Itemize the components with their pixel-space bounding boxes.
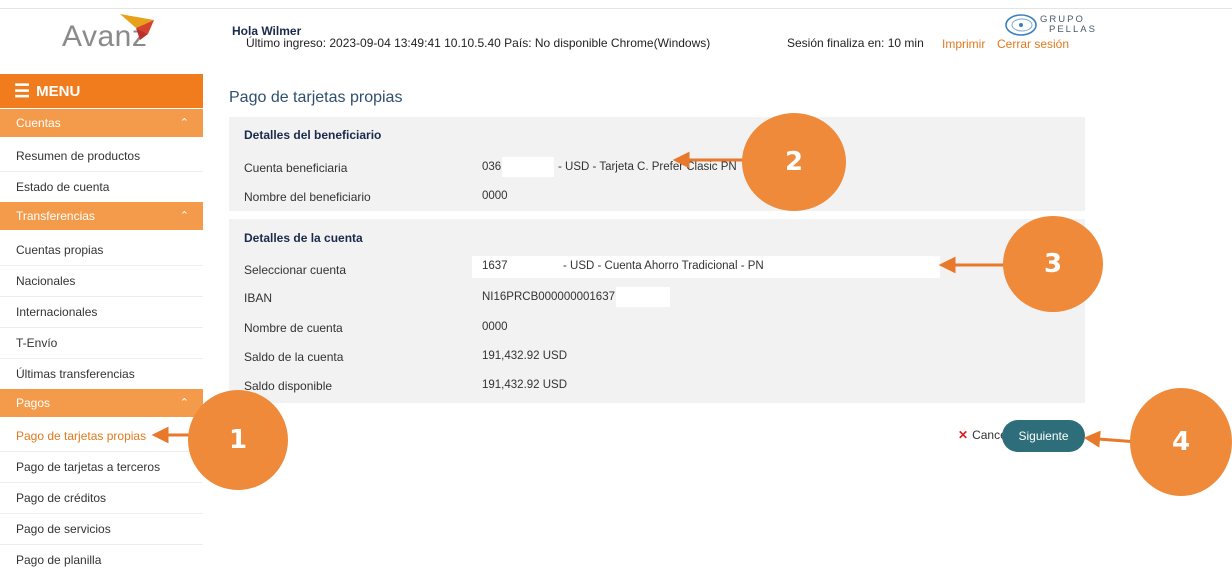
sidebar-item-label: Pago de servicios bbox=[16, 521, 111, 536]
sidebar-item-label: Estado de cuenta bbox=[16, 179, 110, 194]
menu-toggle[interactable]: ☰ MENU bbox=[0, 74, 203, 108]
account-name-label: Nombre de cuenta bbox=[244, 321, 343, 335]
beneficiary-name-label: Nombre del beneficiario bbox=[244, 190, 371, 204]
redaction-mask bbox=[502, 157, 554, 177]
callout-badge-4: 4 bbox=[1130, 388, 1232, 496]
grupo-pellas-logo: GRUPO PELLAS bbox=[1040, 15, 1097, 35]
print-link[interactable]: Imprimir bbox=[942, 37, 985, 51]
session-timer: Sesión finaliza en: 10 min bbox=[787, 36, 924, 50]
section-pagos[interactable]: Pagos ⌃ bbox=[0, 389, 203, 417]
sidebar-item-label: Pago de tarjetas a terceros bbox=[16, 459, 161, 474]
section-label: Cuentas bbox=[16, 116, 61, 130]
callout-badge-1: 1 bbox=[188, 390, 288, 490]
sidebar-item-label: Resumen de productos bbox=[16, 148, 141, 163]
iban-label: IBAN bbox=[244, 291, 273, 305]
avanz-logo-mark-icon bbox=[120, 14, 154, 40]
sidebar-item-estado-cuenta[interactable]: Estado de cuenta bbox=[0, 171, 203, 203]
account-name-value: 0000 bbox=[482, 321, 508, 333]
beneficiary-account-value-prefix: 036 bbox=[482, 161, 502, 173]
beneficiary-heading: Detalles del beneficiario bbox=[244, 128, 382, 142]
page-title: Pago de tarjetas propias bbox=[229, 89, 403, 106]
sidebar-item-nacionales[interactable]: Nacionales bbox=[0, 265, 203, 297]
top-divider bbox=[0, 8, 1232, 9]
callout-badge-3: 3 bbox=[1003, 216, 1103, 312]
sidebar-item-pago-tarjetas-terceros[interactable]: Pago de tarjetas a terceros bbox=[0, 451, 203, 483]
next-button[interactable]: Siguiente bbox=[1002, 420, 1085, 452]
sidebar-item-pago-creditos[interactable]: Pago de créditos bbox=[0, 482, 203, 514]
callout-number: 2 bbox=[784, 147, 804, 177]
sidebar-item-cuentas-propias[interactable]: Cuentas propias bbox=[0, 234, 203, 266]
chevron-up-icon: ⌃ bbox=[179, 397, 189, 409]
callout-badge-2: 2 bbox=[742, 113, 846, 211]
section-cuentas[interactable]: Cuentas ⌃ bbox=[0, 109, 203, 137]
beneficiary-account-label: Cuenta beneficiaria bbox=[244, 161, 348, 175]
sidebar-item-t-envio[interactable]: T-Envío bbox=[0, 327, 203, 359]
hamburger-icon: ☰ bbox=[14, 80, 31, 101]
sidebar-item-pago-tarjetas-propias[interactable]: Pago de tarjetas propias bbox=[0, 420, 203, 452]
sidebar: ☰ MENU Cuentas ⌃ Resumen de productos Es… bbox=[0, 74, 203, 569]
sidebar-item-pago-planilla[interactable]: Pago de planilla bbox=[0, 544, 203, 575]
section-label: Pagos bbox=[16, 396, 51, 410]
sidebar-item-label: Últimas transferencias bbox=[16, 366, 135, 381]
account-balance-value: 191,432.92 USD bbox=[482, 350, 568, 362]
sidebar-item-label: Internacionales bbox=[16, 304, 98, 319]
logout-link[interactable]: Cerrar sesión bbox=[997, 37, 1069, 51]
sidebar-item-pago-servicios[interactable]: Pago de servicios bbox=[0, 513, 203, 545]
redaction-mask bbox=[616, 287, 670, 307]
callout-number: 4 bbox=[1171, 427, 1191, 457]
sidebar-item-internacionales[interactable]: Internacionales bbox=[0, 296, 203, 328]
last-login-info: Último ingreso: 2023-09-04 13:49:41 10.1… bbox=[246, 36, 711, 50]
available-balance-value: 191,432.92 USD bbox=[482, 379, 568, 391]
beneficiary-name-value: 0000 bbox=[482, 190, 508, 202]
available-balance-label: Saldo disponible bbox=[244, 379, 333, 393]
sidebar-item-label: Nacionales bbox=[16, 273, 76, 288]
sidebar-item-ultimas-transferencias[interactable]: Últimas transferencias bbox=[0, 358, 203, 390]
close-icon: ✕ bbox=[958, 428, 969, 442]
sidebar-item-label: T-Envío bbox=[16, 335, 58, 350]
sidebar-item-label: Pago de planilla bbox=[16, 552, 102, 567]
chevron-up-icon: ⌃ bbox=[179, 210, 189, 222]
sidebar-item-label: Cuentas propias bbox=[16, 242, 104, 257]
group-logo-line2: PELLAS bbox=[1049, 24, 1097, 35]
section-label: Transferencias bbox=[16, 209, 95, 223]
beneficiary-account-value-suffix: - USD - Tarjeta C. Prefer Clasic PN bbox=[558, 161, 737, 173]
section-transferencias[interactable]: Transferencias ⌃ bbox=[0, 202, 203, 230]
sidebar-item-label: Pago de tarjetas propias bbox=[16, 428, 147, 443]
select-account-value-suffix: - USD - Cuenta Ahorro Tradicional - PN bbox=[563, 260, 764, 272]
account-heading: Detalles de la cuenta bbox=[244, 231, 363, 245]
callout-number: 1 bbox=[228, 425, 248, 455]
callout-number: 3 bbox=[1043, 249, 1063, 279]
next-label: Siguiente bbox=[1018, 429, 1069, 443]
grupo-pellas-logo-icon bbox=[1005, 14, 1037, 36]
chevron-up-icon: ⌃ bbox=[179, 117, 189, 129]
sidebar-item-resumen-productos[interactable]: Resumen de productos bbox=[0, 140, 203, 172]
menu-label: MENU bbox=[36, 82, 81, 100]
select-account-label: Seleccionar cuenta bbox=[244, 263, 347, 277]
select-account-value-prefix: 1637 bbox=[482, 260, 508, 272]
sidebar-item-label: Pago de créditos bbox=[16, 490, 107, 505]
account-panel bbox=[229, 219, 1085, 403]
iban-value: NI16PRCB000000001637 bbox=[482, 291, 615, 303]
callout-arrowhead-4 bbox=[1083, 430, 1101, 448]
account-balance-label: Saldo de la cuenta bbox=[244, 350, 344, 364]
